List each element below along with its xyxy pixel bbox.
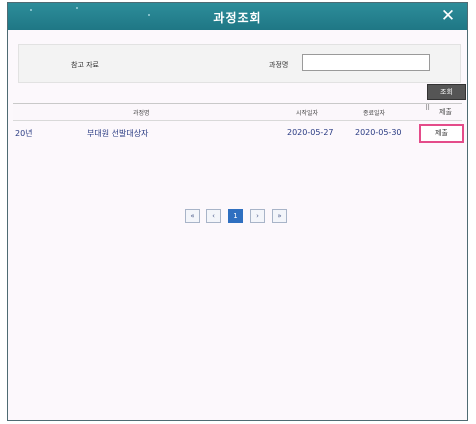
search-button[interactable]: 조회 xyxy=(427,84,466,100)
column-header-course: 과정명 xyxy=(133,110,150,117)
column-header-end: 종료일자 xyxy=(363,110,386,117)
prev-page-button[interactable]: ‹ xyxy=(206,209,221,223)
first-page-button[interactable]: « xyxy=(185,209,200,223)
course-name-label: 과정명 xyxy=(269,61,289,69)
column-resize-icon[interactable]: ⠿ xyxy=(425,104,430,112)
last-page-button[interactable]: » xyxy=(272,209,287,223)
cell-course-name: 부대원 선발대상자 xyxy=(87,129,149,138)
next-page-button[interactable]: › xyxy=(250,209,265,223)
dialog-titlebar[interactable]: 과정조회 ✕ xyxy=(8,3,467,30)
cell-year: 20년 xyxy=(15,129,33,138)
submit-button[interactable]: 제출 xyxy=(419,124,464,143)
pagination: « ‹ 1 › » xyxy=(185,209,291,224)
course-name-input[interactable] xyxy=(302,54,430,71)
page-1-button[interactable]: 1 xyxy=(228,209,243,223)
column-header-start: 시작일자 xyxy=(296,110,319,117)
table-header: 과정명 시작일자 종료일자 ⠿ 제출 xyxy=(13,103,462,121)
column-header-submit: 제출 xyxy=(439,108,452,116)
search-panel: 참고 자료 과정명 xyxy=(18,44,461,83)
close-icon[interactable]: ✕ xyxy=(437,6,459,26)
table-row[interactable]: 20년 부대원 선발대상자 2020-05-27 2020-05-30 제출 xyxy=(13,124,464,144)
dialog-title: 과정조회 xyxy=(213,11,262,25)
course-lookup-dialog: 과정조회 ✕ 참고 자료 과정명 조회 과정명 시작일자 종료일자 ⠿ 제출 2… xyxy=(7,2,468,421)
cell-end-date: 2020-05-30 xyxy=(355,128,402,137)
cell-start-date: 2020-05-27 xyxy=(287,128,334,137)
category-label: 참고 자료 xyxy=(71,61,99,69)
